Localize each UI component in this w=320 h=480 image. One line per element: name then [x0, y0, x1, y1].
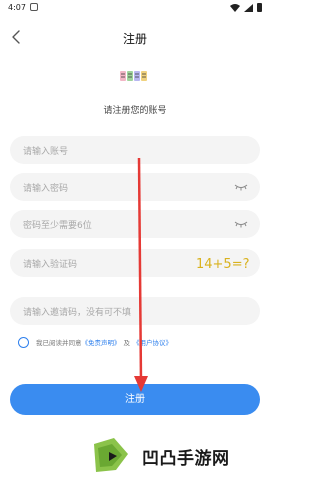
disclaimer-link[interactable]: 《免责声明》 — [82, 337, 121, 347]
status-bar: 4:07 — [0, 0, 270, 18]
captcha-text: 14+5=? — [196, 257, 250, 272]
account-placeholder: 请输入账号 — [23, 147, 69, 157]
wifi-icon — [230, 3, 240, 12]
agreement-prefix: 我已阅读并同意 — [36, 339, 82, 347]
captcha-image[interactable]: 14+5=? — [194, 253, 252, 273]
agreement-row: 我已阅读并同意 《免责声明》 及 《用户协议》 — [18, 335, 172, 349]
page-title: 注册 — [122, 32, 147, 46]
watermark-text: 凹凸手游网 — [142, 448, 230, 469]
eye-closed-icon[interactable] — [234, 220, 248, 228]
invite-code-placeholder: 请输入邀请码，没有可不填 — [23, 308, 132, 318]
password-field[interactable]: 请输入密码 — [10, 173, 260, 201]
invite-code-field[interactable]: 请输入邀请码，没有可不填 — [10, 297, 260, 325]
user-agreement-link[interactable]: 《用户协议》 — [133, 337, 172, 347]
password-placeholder: 请输入密码 — [23, 184, 69, 194]
agreement-checkbox[interactable] — [18, 336, 29, 348]
watermark-logo-icon — [94, 438, 128, 472]
eye-closed-icon[interactable] — [234, 183, 248, 191]
captcha-field[interactable]: 请输入验证码 14+5=? — [10, 249, 260, 277]
register-button[interactable]: 注册 — [10, 384, 260, 415]
status-icons — [230, 3, 262, 12]
account-field[interactable]: 请输入账号 — [10, 136, 260, 164]
notification-icon — [30, 3, 38, 11]
signal-icon — [244, 3, 253, 12]
confirm-password-placeholder: 密码至少需要6位 — [23, 221, 92, 231]
captcha-placeholder: 请输入验证码 — [23, 260, 78, 270]
app-logo-image — [120, 71, 147, 81]
app-logo — [119, 68, 151, 84]
agreement-and: 及 — [123, 339, 131, 347]
status-time: 4:07 — [8, 3, 26, 12]
site-watermark: 凹凸手游网 — [90, 436, 265, 476]
confirm-password-field[interactable]: 密码至少需要6位 — [10, 210, 260, 238]
page-subtitle: 请注册您的账号 — [103, 106, 167, 116]
header: 注册 — [0, 22, 270, 52]
battery-icon — [257, 3, 262, 12]
